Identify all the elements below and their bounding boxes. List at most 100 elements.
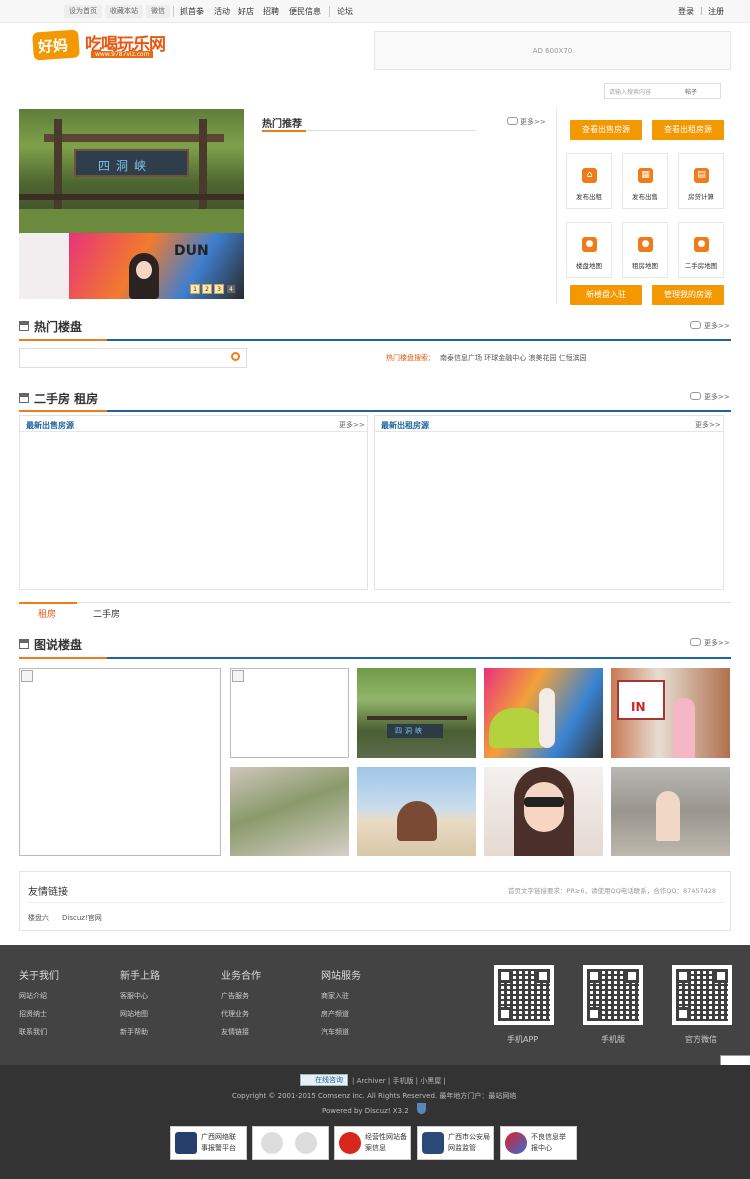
search-scope-select[interactable]: 帖子 — [685, 87, 697, 96]
badge-police-supervision[interactable]: 广西市公安局 网监监管 — [417, 1126, 494, 1160]
more-icon — [507, 117, 518, 125]
friend-links-notice: 首页文字链接要求：PR≥6，请使用QQ电话联系，合作QQ：87457428 — [508, 887, 717, 895]
gate-beam — [367, 716, 467, 720]
footer-link[interactable]: 新手帮助 — [120, 1027, 148, 1037]
tile-publish-sale[interactable]: ▦ 发布出售 — [622, 153, 668, 209]
map-pin-icon: ● — [694, 237, 709, 252]
footer-link[interactable]: 广告服务 — [221, 991, 249, 1001]
favorite-link[interactable]: 收藏本站 — [105, 5, 143, 18]
search-input[interactable]: 请输入搜索内容 — [609, 87, 651, 96]
archive-links[interactable]: | Archiver | 手机版 | 小黑屋 | — [352, 1076, 446, 1086]
tile-publish-rent[interactable]: ⌂ 发布出租 — [566, 153, 612, 209]
hot-estates-more[interactable]: 更多>> — [704, 321, 730, 331]
set-home-link[interactable]: 设为首页 — [64, 5, 102, 18]
tile-loan-calculator[interactable]: ▤ 房贷计算 — [678, 153, 724, 209]
person-face — [524, 782, 564, 832]
logo-url: www.9787viz.com — [91, 51, 154, 58]
footer-link[interactable]: 汽车频道 — [321, 1027, 349, 1037]
friend-link[interactable]: Discuz!官网 — [62, 913, 102, 923]
latest-sale-panel: 最新出售房源 更多>> — [19, 415, 368, 590]
estate-image-large[interactable] — [19, 668, 221, 856]
nav-item-0[interactable]: 抓首拳 — [180, 6, 204, 17]
footer-link[interactable]: 商家入驻 — [321, 991, 349, 1001]
footer-link[interactable]: 房产频道 — [321, 1009, 349, 1019]
footer-link[interactable]: 招贤纳士 — [19, 1009, 47, 1019]
hot-search-items[interactable]: 南泰信息广场 环球金融中心 浪美花园 仁恒滨园 — [440, 353, 587, 363]
latest-rent-more[interactable]: 更多>> — [695, 420, 721, 430]
footer-link[interactable]: 代理业务 — [221, 1009, 249, 1019]
manage-listing-button[interactable]: 管理我的房源 — [652, 285, 724, 305]
badge-icp[interactable]: 经营性网站备 案信息 — [334, 1126, 411, 1160]
badge-police[interactable] — [252, 1126, 329, 1160]
estate-search-input[interactable] — [19, 348, 247, 368]
view-rent-button[interactable]: 查看出租房源 — [652, 120, 724, 140]
divider: | — [700, 6, 703, 15]
tab-rent[interactable]: 租房 — [38, 607, 56, 620]
footer-link[interactable]: 联系我们 — [19, 1027, 47, 1037]
divider — [173, 6, 174, 17]
image-slider[interactable]: 四洞峡 DUN — [19, 109, 244, 299]
footer-col-title: 业务合作 — [221, 971, 261, 982]
section-line — [19, 410, 731, 412]
top-search[interactable]: 请输入搜索内容 帖子 — [604, 83, 721, 99]
login-link[interactable]: 登录 — [678, 6, 694, 17]
register-link[interactable]: 注册 — [708, 6, 724, 17]
picture-estates-more[interactable]: 更多>> — [704, 638, 730, 648]
tile-rent-map[interactable]: ● 租房地图 — [622, 222, 668, 278]
new-estate-button[interactable]: 新楼盘入驻 — [570, 285, 642, 305]
footer-col-title: 网站服务 — [321, 971, 361, 982]
friend-link[interactable]: 楼盘六 — [28, 913, 49, 923]
badge-bad-info-report[interactable]: 不良信息举 报中心 — [500, 1126, 577, 1160]
weixin-link[interactable]: 微信 — [146, 5, 170, 18]
slider-page-1[interactable]: 1 — [190, 284, 200, 294]
latest-sale-more[interactable]: 更多>> — [339, 420, 365, 430]
qr-label: 手机版 — [601, 1035, 625, 1044]
police-icon — [175, 1132, 197, 1154]
slider-page-2[interactable]: 2 — [202, 284, 212, 294]
hot-estates-title: 热门楼盘 — [34, 320, 83, 334]
section-line — [19, 657, 731, 659]
nav-item-2[interactable]: 好店 — [238, 6, 254, 17]
slide-image: 四洞峡 — [19, 109, 244, 233]
footer-link[interactable]: 网站介绍 — [19, 991, 47, 1001]
nav-item-3[interactable]: 招聘 — [263, 6, 279, 17]
slider-page-4[interactable]: 4 — [226, 284, 236, 294]
calculator-icon: ▤ — [694, 168, 709, 183]
nav-item-1[interactable]: 活动 — [214, 6, 230, 17]
estate-image[interactable] — [230, 767, 349, 856]
footer-link[interactable]: 网站地图 — [120, 1009, 148, 1019]
ad-banner[interactable]: AD 600X70 — [374, 31, 731, 70]
search-icon[interactable] — [231, 352, 240, 361]
powered-by[interactable]: Powered by Discuz! X3.2 — [322, 1107, 409, 1115]
house-icon: ⌂ — [582, 168, 597, 183]
footer-link[interactable]: 友情链接 — [221, 1027, 249, 1037]
estate-image[interactable] — [230, 668, 349, 758]
tile-estate-map[interactable]: ● 楼盘地图 — [566, 222, 612, 278]
logo-badge-text: 好妈 — [37, 36, 69, 57]
nav-item-4[interactable]: 便民信息 — [289, 6, 321, 17]
estate-image[interactable] — [611, 767, 730, 856]
site-logo[interactable]: 好妈 吃喝玩乐网 www.9787viz.com — [32, 29, 183, 61]
secondhand-rent-more[interactable]: 更多>> — [704, 392, 730, 402]
online-service-button[interactable]: 在线咨询 — [300, 1074, 348, 1086]
tile-secondhand-map[interactable]: ● 二手房地图 — [678, 222, 724, 278]
police-figure-icon — [261, 1132, 283, 1154]
badge-report-platform[interactable]: 广西网络联 事报警平台 — [170, 1126, 247, 1160]
estate-image[interactable] — [484, 767, 603, 856]
view-sale-button[interactable]: 查看出售房源 — [570, 120, 642, 140]
slider-page-3[interactable]: 3 — [214, 284, 224, 294]
gate-beam — [44, 134, 224, 142]
graffiti-text: DUN — [174, 243, 209, 259]
estate-image[interactable] — [357, 767, 476, 856]
tab-secondhand[interactable]: 二手房 — [93, 607, 120, 620]
estate-image[interactable]: IN — [611, 668, 730, 758]
qr-label: 手机APP — [507, 1035, 539, 1044]
footer-link[interactable]: 客服中心 — [120, 991, 148, 1001]
grass — [19, 209, 244, 233]
sunglasses — [524, 797, 564, 807]
nav-item-5[interactable]: 论坛 — [337, 6, 353, 17]
hot-recommend-more[interactable]: 更多>> — [520, 117, 546, 127]
person — [673, 698, 695, 758]
estate-image[interactable] — [484, 668, 603, 758]
estate-image[interactable]: 四洞峡 — [357, 668, 476, 758]
